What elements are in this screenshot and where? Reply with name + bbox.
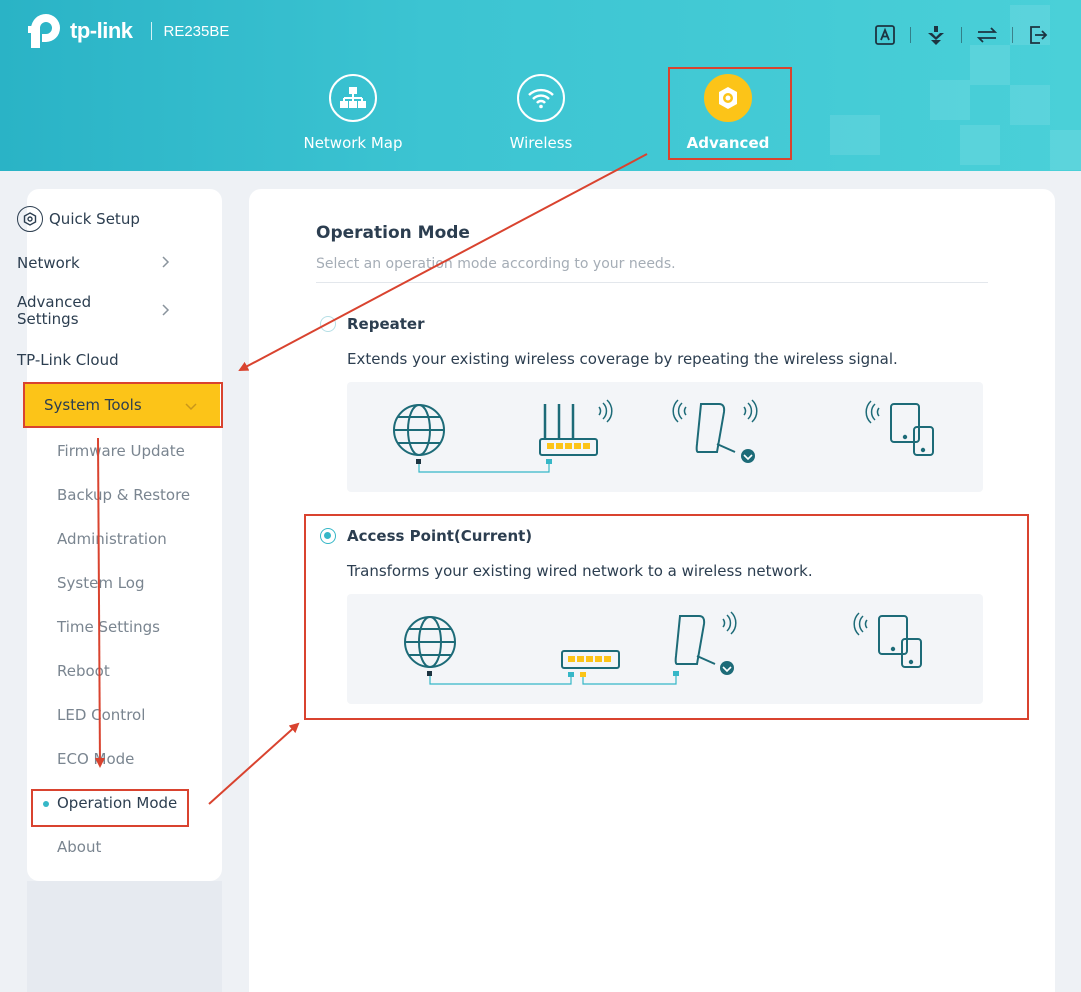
- gear-icon: [17, 206, 43, 232]
- sidebar-item-label: Advanced Settings: [17, 293, 92, 328]
- sidebar-sub-system-log[interactable]: System Log: [57, 574, 145, 592]
- sidebar-sub-backup-restore[interactable]: Backup & Restore: [57, 486, 190, 504]
- repeater-radio[interactable]: [320, 316, 336, 332]
- top-header: tp-link RE235BE Network Map Wireless Adv…: [0, 0, 1081, 171]
- logout-icon[interactable]: [1025, 22, 1051, 48]
- extender-icon: [695, 403, 755, 463]
- tab-network-map[interactable]: Network Map: [278, 74, 428, 152]
- sidebar-sub-administration[interactable]: Administration: [57, 530, 167, 548]
- sidebar-item-network[interactable]: Network: [17, 254, 187, 272]
- sidebar-item-label: Network: [17, 254, 80, 272]
- sidebar-item-label: Quick Setup: [49, 210, 140, 228]
- devices-icon: [890, 403, 934, 456]
- tab-wireless[interactable]: Wireless: [466, 74, 616, 152]
- annotation-box-operation-mode: [31, 789, 189, 827]
- tab-label: Wireless: [509, 134, 573, 152]
- sidebar-sub-led-control[interactable]: LED Control: [57, 706, 145, 724]
- router-icon: [539, 404, 598, 464]
- switch-icon[interactable]: [974, 22, 1000, 48]
- wifi-icon: [517, 74, 565, 122]
- sidebar-sub-eco-mode[interactable]: ECO Mode: [57, 750, 134, 768]
- network-map-icon: [329, 74, 377, 122]
- chevron-right-icon: [162, 254, 170, 272]
- header-toolbar: [872, 22, 1051, 48]
- chevron-right-icon: [162, 302, 170, 320]
- sidebar-item-tp-link-cloud[interactable]: TP-Link Cloud: [17, 351, 119, 369]
- tab-label: Network Map: [303, 134, 403, 152]
- language-icon[interactable]: [872, 22, 898, 48]
- brand-name: tp-link: [70, 18, 133, 43]
- tp-link-logo: tp-link RE235BE: [26, 12, 229, 50]
- sidebar-item-quick-setup[interactable]: Quick Setup: [17, 206, 140, 232]
- globe-icon: [393, 404, 445, 456]
- download-icon[interactable]: [923, 22, 949, 48]
- sidebar-item-advanced-settings[interactable]: Advanced Settings: [17, 294, 187, 328]
- repeater-diagram: [347, 382, 983, 492]
- divider: [316, 282, 988, 283]
- page-subtitle: Select an operation mode according to yo…: [316, 256, 676, 272]
- tp-link-logo-mark-icon: [26, 12, 66, 50]
- annotation-box-advanced: [668, 67, 792, 160]
- annotation-box-access-point: [304, 514, 1029, 720]
- sidebar-item-label: TP-Link Cloud: [17, 351, 119, 369]
- sidebar-sub-firmware-update[interactable]: Firmware Update: [57, 442, 185, 460]
- model-name: RE235BE: [163, 22, 230, 40]
- sidebar-sub-time-settings[interactable]: Time Settings: [57, 618, 160, 636]
- sidebar-sub-reboot[interactable]: Reboot: [57, 662, 110, 680]
- sidebar-sub-about[interactable]: About: [57, 838, 101, 856]
- repeater-label[interactable]: Repeater: [347, 315, 425, 333]
- annotation-box-system-tools: [23, 382, 223, 428]
- page-title: Operation Mode: [316, 223, 470, 243]
- repeater-description: Extends your existing wireless coverage …: [347, 350, 898, 368]
